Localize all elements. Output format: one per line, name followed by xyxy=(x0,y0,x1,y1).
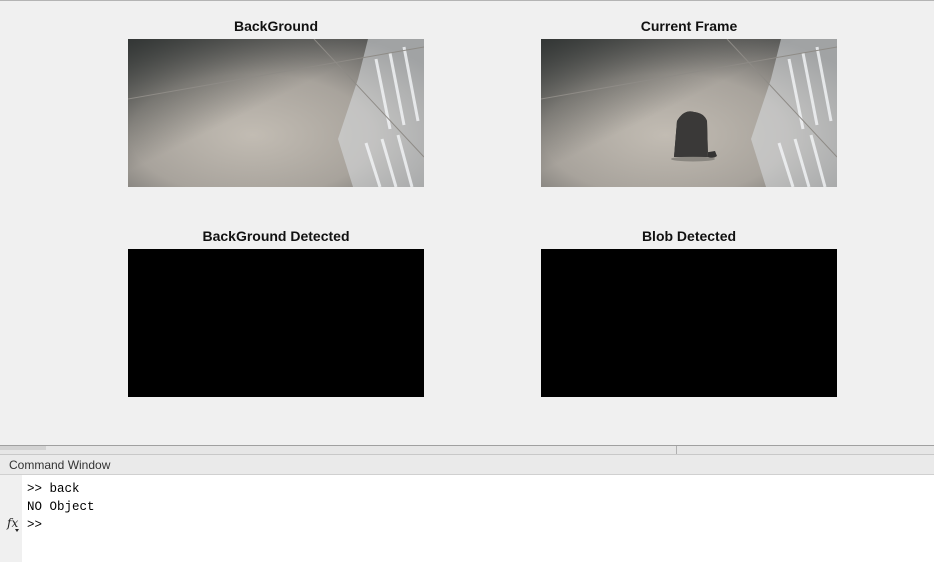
command-window-title: Command Window xyxy=(9,458,111,472)
axes-title-background: BackGround xyxy=(233,18,318,34)
background-detected-image xyxy=(128,249,424,397)
splitter-mark xyxy=(676,446,677,454)
fx-function-browser-icon[interactable]: fx xyxy=(7,516,18,530)
splitter-tab[interactable] xyxy=(0,446,46,450)
axes-title-background-detected: BackGround Detected xyxy=(202,228,350,244)
chevron-down-icon[interactable] xyxy=(15,529,19,532)
current-frame-image xyxy=(541,39,837,187)
axes-title-blob-detected: Blob Detected xyxy=(641,228,737,244)
command-line: >> back xyxy=(27,482,80,496)
axes-title-current-frame: Current Frame xyxy=(640,18,738,34)
command-window-header[interactable]: Command Window xyxy=(0,455,934,475)
blob-detected-image xyxy=(541,249,837,397)
figure-window: BackGround Current Frame BackGround Dete… xyxy=(0,0,934,446)
command-prompt[interactable]: >> xyxy=(27,518,42,532)
panel-splitter[interactable] xyxy=(0,445,934,455)
command-window-body[interactable]: >> back NO Object >> xyxy=(22,475,934,562)
background-image xyxy=(128,39,424,187)
command-output-line: NO Object xyxy=(27,500,95,514)
